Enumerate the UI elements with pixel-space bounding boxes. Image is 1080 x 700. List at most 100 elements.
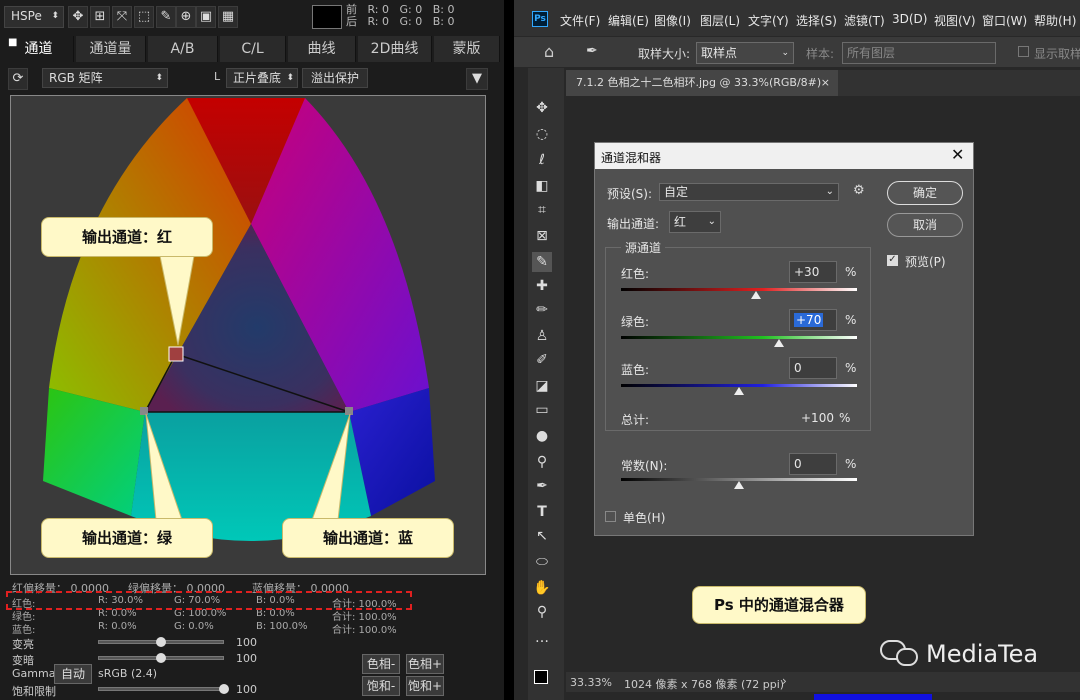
mono-label: 单色(H) — [623, 511, 666, 525]
healing-tool-icon[interactable]: ✚ — [532, 276, 552, 296]
slider-brighten-label: 变亮 — [12, 638, 34, 651]
slider-brighten-knob[interactable] — [156, 637, 166, 647]
total-pct: % — [839, 411, 851, 425]
preset-select[interactable]: 自定 ⌄ — [659, 183, 839, 201]
ok-button[interactable]: 确定 — [887, 181, 963, 205]
quick-select-icon[interactable]: ◧ — [532, 176, 552, 196]
total-label: 总计: — [621, 413, 650, 427]
total-value: +100 — [801, 411, 834, 425]
move-tool-icon[interactable]: ✥ — [532, 98, 552, 118]
sample-layer-select[interactable]: 所有图层 — [842, 42, 996, 64]
blue-slider-thumb[interactable] — [734, 387, 744, 395]
slider-sat-label: 饱和限制 — [12, 685, 56, 698]
green-slider-thumb[interactable] — [774, 339, 785, 347]
constant-pct: % — [845, 457, 857, 471]
menu-image[interactable]: 图像(I) — [654, 12, 691, 29]
status-arrow-icon[interactable]: › — [782, 674, 787, 688]
hue-minus-button[interactable]: 色相- — [362, 654, 400, 674]
slider-sat-knob[interactable] — [219, 684, 229, 694]
slider-sat-track[interactable] — [98, 687, 224, 691]
gear-icon[interactable]: ⚙ — [853, 183, 865, 198]
foreground-color[interactable] — [534, 670, 548, 684]
auto-button[interactable]: 自动 — [54, 664, 92, 684]
sample-size-select[interactable]: 取样点 ⌄ — [696, 42, 794, 64]
more-tools-icon[interactable]: … — [532, 628, 552, 648]
menu-help[interactable]: 帮助(H) — [1034, 12, 1076, 29]
cancel-button[interactable]: 取消 — [887, 213, 963, 237]
dodge-tool-icon[interactable]: ⚲ — [532, 452, 552, 472]
crop-tool-icon[interactable]: ⌗ — [532, 200, 552, 220]
slider-brighten-value: 100 — [236, 636, 257, 649]
green-gradient — [621, 336, 857, 339]
preview-checkbox[interactable]: ✓ — [887, 255, 898, 266]
slider-darken-knob[interactable] — [156, 653, 166, 663]
show-ring-label: 显示取样 — [1034, 47, 1080, 61]
sat-minus-button[interactable]: 饱和- — [362, 676, 400, 696]
highlight-box — [6, 591, 412, 610]
home-icon[interactable]: ⌂ — [544, 42, 554, 61]
history-brush-icon[interactable]: ✐ — [532, 350, 552, 370]
constant-input[interactable]: 0 — [789, 453, 837, 475]
blue-channel-label: 蓝色: — [621, 363, 650, 377]
red-slider-thumb[interactable] — [750, 291, 761, 299]
gamma-label: Gamma — [12, 667, 56, 680]
brush-tool-icon[interactable]: ✏ — [532, 300, 552, 320]
eraser-tool-icon[interactable]: ◪ — [532, 376, 552, 396]
menu-window[interactable]: 窗口(W) — [982, 12, 1027, 29]
wechat-icon-inner — [896, 648, 918, 666]
show-ring-checkbox[interactable] — [1018, 46, 1029, 57]
row-blue-name: 蓝色: — [12, 625, 36, 636]
menu-type[interactable]: 文字(Y) — [748, 12, 789, 29]
callout-green-pointer — [145, 413, 183, 521]
row-blue-total: 合计: 100.0% — [332, 625, 397, 636]
output-channel-value: 红 — [674, 215, 687, 229]
canvas-strip — [814, 694, 932, 700]
close-icon[interactable]: × — [821, 70, 830, 96]
status-zoom: 33.33% — [570, 676, 612, 689]
gradient-tool-icon[interactable]: ▭ — [532, 400, 552, 420]
green-channel-input[interactable]: +70 — [789, 309, 837, 331]
slider-darken-label: 变暗 — [12, 654, 34, 667]
menu-3d[interactable]: 3D(D) — [892, 12, 927, 26]
constant-slider-thumb[interactable] — [734, 481, 744, 489]
lasso-tool-icon[interactable]: ℓ — [532, 150, 552, 170]
chevron-down-icon: ⌄ — [781, 48, 789, 58]
menu-file[interactable]: 文件(F) — [560, 12, 600, 29]
sample-size-value: 取样点 — [701, 46, 738, 60]
green-pct: % — [845, 313, 857, 327]
path-select-icon[interactable]: ↖ — [532, 526, 552, 546]
stamp-tool-icon[interactable]: ♙ — [532, 326, 552, 346]
menu-select[interactable]: 选择(S) — [796, 12, 837, 29]
eyedropper-tool-icon[interactable]: ✒ — [586, 43, 598, 59]
doc-tab[interactable]: 7.1.2 色相之十二色相环.jpg @ 33.3%(RGB/8#) × — [566, 70, 838, 96]
type-tool-icon[interactable]: T — [532, 502, 552, 522]
hue-plus-button[interactable]: 色相+ — [406, 654, 444, 674]
menu-filter[interactable]: 滤镜(T) — [844, 12, 885, 29]
caption-callout: Ps 中的通道混合器 — [692, 586, 866, 624]
sat-plus-button[interactable]: 饱和+ — [406, 676, 444, 696]
pen-tool-icon[interactable]: ✒ — [532, 476, 552, 496]
menu-view[interactable]: 视图(V) — [934, 12, 976, 29]
menu-edit[interactable]: 编辑(E) — [608, 12, 649, 29]
red-channel-input[interactable]: +30 — [789, 261, 837, 283]
frame-tool-icon[interactable]: ⊠ — [532, 226, 552, 246]
blue-channel-input[interactable]: 0 — [789, 357, 837, 379]
menu-layer[interactable]: 图层(L) — [700, 12, 740, 29]
channel-mixer-dialog: 通道混和器 ✕ 预设(S): 自定 ⌄ ⚙ 输出通道: 红 ⌄ 源通道 红色: +3… — [594, 142, 974, 536]
hand-tool-icon[interactable]: ✋ — [532, 578, 552, 598]
marquee-tool-icon[interactable]: ◌ — [532, 124, 552, 144]
zoom-tool-icon[interactable]: ⚲ — [532, 602, 552, 622]
chevron-down-icon: ⌄ — [825, 186, 834, 197]
gamma-value: sRGB (2.4) — [98, 667, 158, 680]
red-channel-label: 红色: — [621, 267, 650, 281]
doc-tab-title: 7.1.2 色相之十二色相环.jpg @ 33.3%(RGB/8#) — [576, 76, 822, 89]
shape-tool-icon[interactable]: ⬭ — [532, 552, 552, 572]
chevron-down-icon: ⌄ — [707, 216, 716, 227]
sample-layer-label: 样本: — [806, 47, 835, 61]
status-doc-size: 1024 像素 x 768 像素 (72 ppi) — [624, 678, 785, 691]
mono-checkbox[interactable] — [605, 511, 616, 522]
output-channel-select[interactable]: 红 ⌄ — [669, 211, 721, 233]
blur-tool-icon[interactable]: ● — [532, 426, 552, 446]
eyedropper-tool-icon[interactable]: ✎ — [532, 252, 552, 272]
close-icon[interactable]: ✕ — [951, 145, 964, 164]
